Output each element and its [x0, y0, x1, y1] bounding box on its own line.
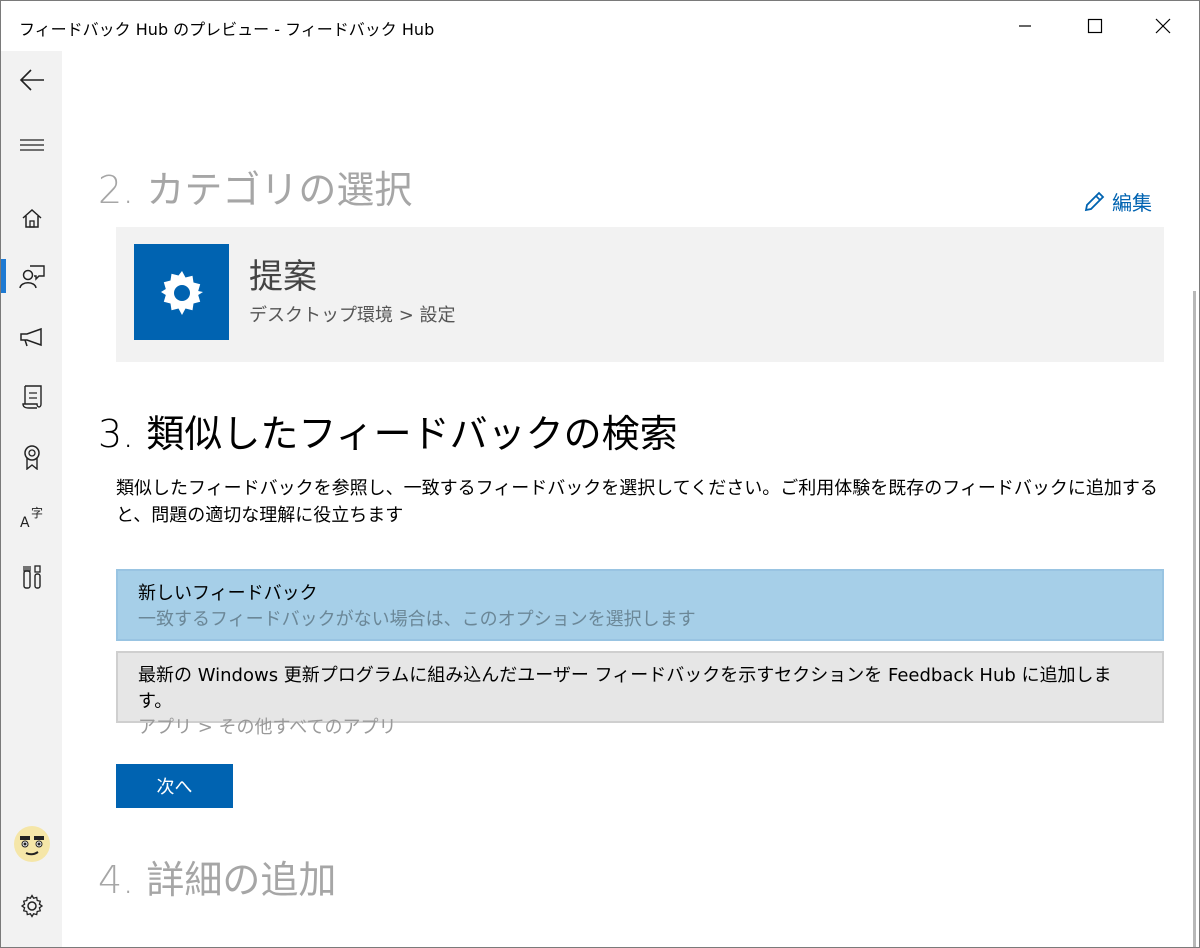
option-subtitle: 一致するフィードバックがない場合は、このオプションを選択します: [138, 609, 696, 630]
feedback-person-icon: [18, 265, 45, 289]
nav-item-language[interactable]: A字: [1, 493, 62, 541]
option-title: 新しいフィードバック: [138, 583, 318, 604]
category-path: デスクトップ環境 > 設定: [249, 305, 456, 326]
settings-gear-icon: [160, 271, 203, 315]
minimize-button[interactable]: [991, 1, 1059, 51]
option-title: 最新の Windows 更新プログラムに組み込んだユーザー フィードバックを示す…: [138, 665, 1112, 712]
step2-heading: 2. カテゴリの選択: [98, 168, 413, 212]
edit-category-link[interactable]: 編集: [1082, 187, 1152, 216]
user-avatar-icon: [13, 826, 50, 862]
close-icon: [1155, 18, 1171, 34]
back-arrow-icon: [19, 69, 44, 91]
megaphone-icon: [19, 327, 42, 347]
svg-text:A: A: [20, 515, 30, 529]
app-window: フィードバック Hub のプレビュー - フィードバック Hub A 字 2. …: [0, 0, 1200, 948]
maximize-button[interactable]: [1061, 1, 1129, 51]
vertical-scrollbar[interactable]: [1193, 291, 1196, 947]
nav-item-feedback[interactable]: [1, 253, 62, 301]
category-tile: [134, 244, 229, 340]
nav-item-home[interactable]: [1, 194, 62, 242]
close-button[interactable]: [1129, 1, 1197, 51]
language-translate-icon: A字: [20, 505, 43, 529]
nav-item-tools[interactable]: [1, 553, 62, 601]
next-button[interactable]: 次へ: [116, 764, 233, 808]
left-navigation: A字: [1, 51, 62, 947]
nav-item-achievements[interactable]: [1, 433, 62, 481]
edit-label: 編集: [1112, 191, 1152, 215]
option-existing-feedback[interactable]: 最新の Windows 更新プログラムに組み込んだユーザー フィードバックを示す…: [116, 651, 1164, 738]
title-bar: フィードバック Hub のプレビュー - フィードバック Hub: [1, 1, 1199, 51]
hamburger-menu-button[interactable]: [1, 121, 62, 169]
user-avatar-button[interactable]: [1, 820, 62, 868]
nav-item-announcements[interactable]: [1, 313, 62, 361]
minimize-icon: [1019, 25, 1031, 27]
svg-text:字: 字: [31, 505, 43, 520]
option-new-feedback[interactable]: 新しいフィードバック 一致するフィードバックがない場合は、このオプションを選択し…: [116, 569, 1164, 641]
quest-scroll-icon: [21, 385, 42, 409]
window-title: フィードバック Hub のプレビュー - フィードバック Hub: [19, 20, 435, 39]
step4-heading: 4. 詳細の追加: [98, 858, 337, 902]
step3-heading: 3. 類似したフィードバックの検索: [98, 412, 678, 456]
option-subtitle: アプリ > その他すべてのアプリ: [138, 717, 397, 738]
hamburger-menu-icon: [19, 139, 44, 151]
home-icon: [22, 208, 41, 228]
category-name: 提案: [249, 257, 317, 297]
nav-item-quests[interactable]: [1, 373, 62, 421]
pencil-icon: [1084, 191, 1105, 211]
step3-description: 類似したフィードバックを参照し、一致するフィードバックを選択してください。ご利用…: [116, 478, 1158, 526]
settings-gear-icon: [20, 894, 43, 918]
selected-category-card: 提案 デスクトップ環境 > 設定: [116, 227, 1164, 362]
settings-button[interactable]: [1, 882, 62, 930]
maximize-icon: [1087, 18, 1103, 34]
achievement-ribbon-icon: [23, 445, 40, 470]
back-button[interactable]: [1, 56, 62, 104]
tools-icon: [22, 565, 41, 589]
